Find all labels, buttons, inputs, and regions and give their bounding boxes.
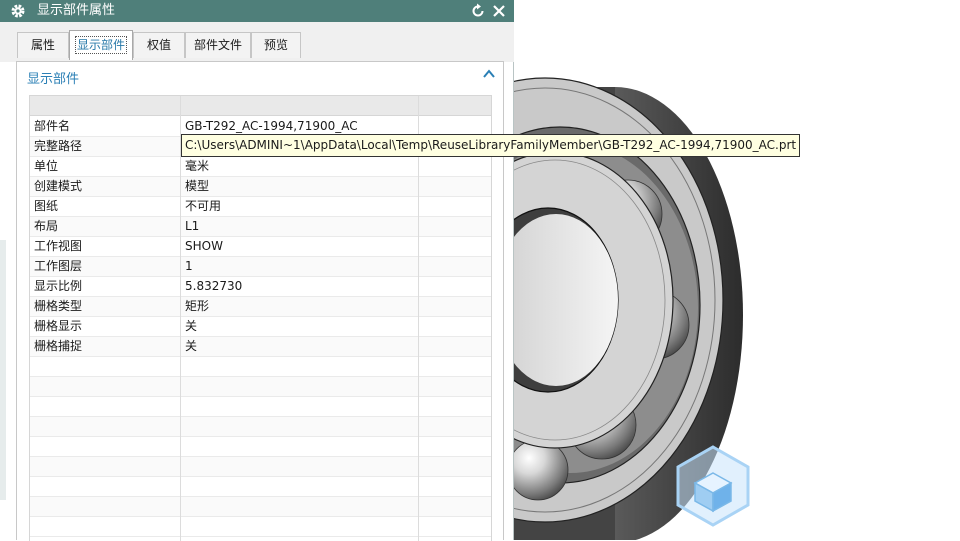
property-value [181, 457, 418, 477]
display-part-properties-dialog: 显示部件属性 属性 显示部件 权值 部件文件 预览 显示部件 部件名 GB-T2… [0, 0, 514, 541]
gear-icon[interactable] [10, 3, 26, 19]
dialog-title: 显示部件属性 [37, 3, 116, 18]
property-value [181, 497, 418, 517]
property-value: 5.832730 [185, 279, 243, 293]
tab-label: 权值 [146, 38, 171, 52]
tab-label: 预览 [263, 38, 288, 52]
reset-icon[interactable] [470, 3, 486, 19]
table-row[interactable]: 栅格类型 矩形 [30, 297, 491, 317]
table-row[interactable]: 显示比例 5.832730 [30, 277, 491, 297]
property-value: 关 [185, 339, 198, 353]
side-strip [0, 240, 6, 500]
tab-part-file[interactable]: 部件文件 [185, 32, 251, 58]
table-row[interactable]: 栅格显示 关 [30, 317, 491, 337]
property-value [181, 357, 418, 377]
property-value: 1 [185, 259, 193, 273]
table-row[interactable]: 工作图层 1 [30, 257, 491, 277]
property-name: 创建模式 [34, 179, 83, 193]
property-value [181, 437, 418, 457]
table-row[interactable]: 单位 毫米 [30, 157, 491, 177]
table-row[interactable]: 布局 L1 [30, 217, 491, 237]
tab-bar: 属性 显示部件 权值 部件文件 预览 [0, 22, 514, 62]
property-name: 完整路径 [34, 139, 83, 153]
property-value [181, 417, 418, 437]
property-name: 图纸 [34, 199, 59, 213]
property-name: 布局 [34, 219, 59, 233]
table-row[interactable] [30, 437, 491, 457]
table-row[interactable]: 图纸 不可用 [30, 197, 491, 217]
property-name: 显示比例 [34, 279, 83, 293]
table-row[interactable] [30, 377, 491, 397]
table-row[interactable]: 栅格捕捉 关 [30, 337, 491, 357]
property-value [181, 477, 418, 497]
table-row[interactable] [30, 477, 491, 497]
tab-label: 属性 [30, 38, 55, 52]
chevron-up-icon[interactable] [482, 68, 496, 80]
property-value: 模型 [185, 179, 210, 193]
tab-preview[interactable]: 预览 [251, 32, 301, 58]
table-row[interactable] [30, 417, 491, 437]
property-value: L1 [185, 219, 200, 233]
property-value: SHOW [185, 239, 223, 253]
property-name [30, 477, 180, 497]
property-name: 栅格显示 [34, 319, 83, 333]
property-value: 矩形 [185, 299, 210, 313]
tab-weight[interactable]: 权值 [133, 32, 185, 58]
close-icon[interactable] [491, 3, 507, 19]
tab-attributes[interactable]: 属性 [17, 32, 69, 58]
property-name [30, 417, 180, 437]
display-part-panel: 显示部件 部件名 GB-T292_AC-1994,71900_AC 完整路径 单位 毫米… [16, 61, 504, 541]
dialog-titlebar[interactable]: 显示部件属性 [0, 0, 514, 22]
properties-table: 部件名 GB-T292_AC-1994,71900_AC 完整路径 单位 毫米 创建模式模… [29, 95, 492, 541]
property-value [181, 397, 418, 417]
tab-display-part[interactable]: 显示部件 [69, 30, 133, 60]
property-name: 工作图层 [34, 259, 83, 273]
property-name: 部件名 [34, 119, 71, 133]
property-name: 栅格类型 [34, 299, 83, 313]
property-name [30, 517, 180, 537]
property-name [30, 357, 180, 377]
section-header[interactable]: 显示部件 [17, 62, 503, 90]
property-name: 单位 [34, 159, 59, 173]
section-title: 显示部件 [27, 72, 80, 87]
property-value [181, 517, 418, 537]
table-row[interactable] [30, 517, 491, 537]
table-row[interactable]: 工作视图 SHOW [30, 237, 491, 257]
tab-label: 显示部件 [74, 36, 128, 54]
property-value: 关 [185, 319, 198, 333]
property-name [30, 457, 180, 477]
table-row[interactable]: 创建模式 模型 [30, 177, 491, 197]
property-name: 工作视图 [34, 239, 83, 253]
property-name [30, 437, 180, 457]
table-row[interactable] [30, 457, 491, 477]
view-cube-icon[interactable] [676, 445, 751, 527]
table-row[interactable] [30, 397, 491, 417]
tab-label: 部件文件 [193, 38, 242, 52]
property-value [181, 377, 418, 397]
table-row[interactable] [30, 357, 491, 377]
property-name [30, 397, 180, 417]
table-row[interactable] [30, 497, 491, 517]
property-name [30, 497, 180, 517]
column-divider [180, 96, 181, 541]
property-name [30, 377, 180, 397]
property-name: 栅格捕捉 [34, 339, 83, 353]
property-value: 毫米 [185, 159, 210, 173]
column-divider [418, 96, 419, 541]
full-path-tooltip: C:\Users\ADMINI~1\AppData\Local\Temp\Reu… [181, 134, 801, 157]
property-value: 不可用 [185, 199, 222, 213]
table-header [30, 96, 491, 116]
